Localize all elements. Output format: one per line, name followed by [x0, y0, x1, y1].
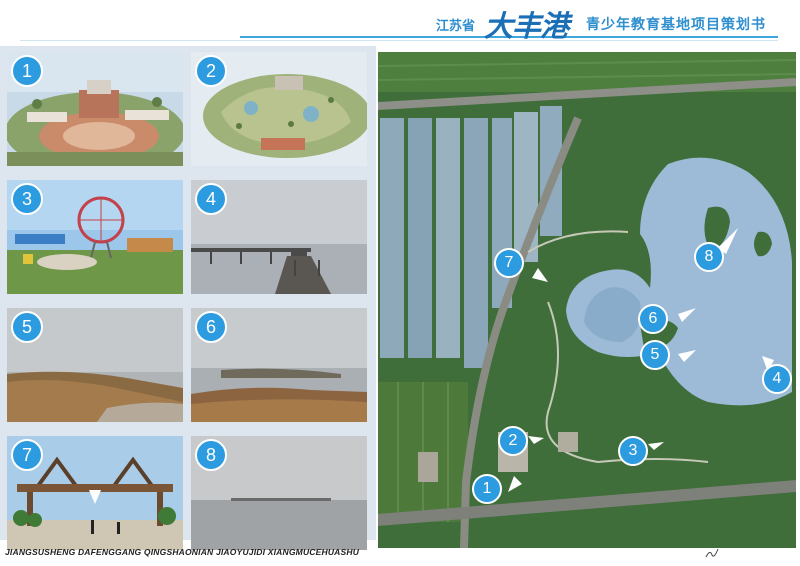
photo-1-number-badge: 1 — [11, 55, 43, 87]
header-brand: 大丰港 — [484, 9, 569, 43]
photo-2-number-badge: 2 — [195, 55, 227, 87]
photo-8-number-badge: 8 — [195, 439, 227, 471]
photo-5: 5 — [7, 308, 183, 422]
page-header: 江苏省 大丰港 青少年教育基地项目策划书 — [0, 0, 800, 44]
satellite-map-image — [378, 52, 796, 548]
signature-mark — [705, 548, 719, 558]
photo-5-number-badge: 5 — [11, 311, 43, 343]
photo-3: 3 — [7, 180, 183, 294]
header-rule-thin — [20, 40, 778, 41]
photo-3-number-badge: 3 — [11, 183, 43, 215]
header-title: 青少年教育基地项目策划书 — [586, 16, 766, 32]
header-province: 江苏省 — [436, 18, 476, 33]
photo-6-number-badge: 6 — [195, 311, 227, 343]
map-marker-3[interactable]: 3 — [618, 436, 648, 466]
map-marker-7[interactable]: 7 — [494, 248, 524, 278]
photo-2: 2 — [191, 52, 367, 166]
map-marker-8[interactable]: 8 — [694, 242, 724, 272]
photo-6: 6 — [191, 308, 367, 422]
photo-7-number-badge: 7 — [11, 439, 43, 471]
satellite-map: 1 2 3 4 5 6 7 8 — [378, 52, 796, 548]
map-marker-1[interactable]: 1 — [472, 474, 502, 504]
photo-8: 8 — [191, 436, 367, 550]
footer-pinyin: JIANGSUSHENG DAFENGGANG QINGSHAONIAN JIA… — [5, 547, 360, 557]
map-marker-4[interactable]: 4 — [762, 364, 792, 394]
map-marker-6[interactable]: 6 — [638, 304, 668, 334]
map-marker-5[interactable]: 5 — [640, 340, 670, 370]
photo-4: 4 — [191, 180, 367, 294]
photo-7: 7 — [7, 436, 183, 550]
photo-1: 1 — [7, 52, 183, 166]
map-marker-2[interactable]: 2 — [498, 426, 528, 456]
photo-4-number-badge: 4 — [195, 183, 227, 215]
